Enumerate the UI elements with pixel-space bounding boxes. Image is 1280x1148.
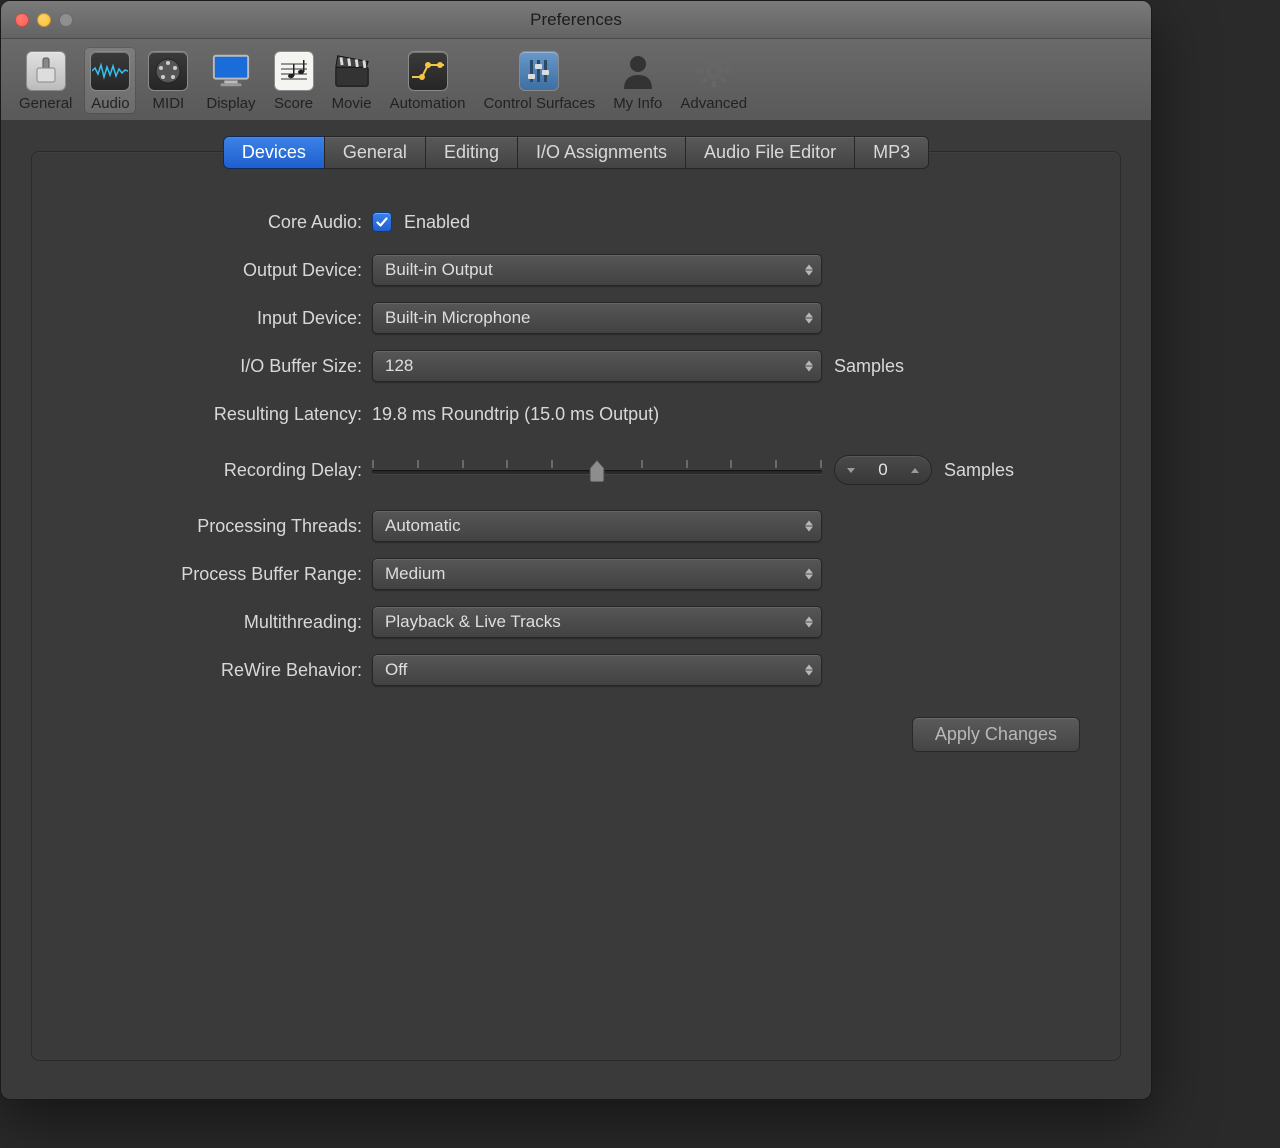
select-value: Automatic: [385, 516, 461, 536]
toolbar-item-movie[interactable]: Movie: [326, 47, 378, 114]
select-arrows-icon: [805, 313, 813, 324]
stepper-increment[interactable]: [903, 458, 927, 482]
apply-row: Apply Changes: [62, 717, 1090, 752]
subtab-mp3[interactable]: MP3: [854, 136, 929, 169]
toolbar-label: Control Surfaces: [483, 95, 595, 112]
toolbar-item-automation[interactable]: Automation: [384, 47, 472, 114]
titlebar: Preferences: [1, 1, 1151, 39]
subtabs: Devices General Editing I/O Assignments …: [62, 136, 1090, 169]
io-buffer-select[interactable]: 128: [372, 350, 822, 382]
toolbar-label: Automation: [390, 95, 466, 112]
select-arrows-icon: [805, 569, 813, 580]
select-value: 128: [385, 356, 413, 376]
subtab-general[interactable]: General: [324, 136, 425, 169]
select-value: Medium: [385, 564, 445, 584]
label-multithreading: Multithreading:: [62, 612, 372, 633]
toolbar-label: Score: [274, 95, 313, 112]
window-title: Preferences: [1, 10, 1151, 30]
row-latency: Resulting Latency: 19.8 ms Roundtrip (15…: [62, 397, 1090, 431]
recording-delay-suffix: Samples: [944, 460, 1014, 481]
stepper-value: 0: [863, 460, 903, 480]
my-info-icon: [618, 51, 658, 91]
stepper-decrement[interactable]: [839, 458, 863, 482]
toolbar-item-audio[interactable]: Audio: [84, 47, 136, 114]
subtab-devices[interactable]: Devices: [223, 136, 324, 169]
toolbar-item-display[interactable]: Display: [200, 47, 261, 114]
row-rewire: ReWire Behavior: Off: [62, 653, 1090, 687]
toolbar-item-my-info[interactable]: My Info: [607, 47, 668, 114]
apply-changes-button[interactable]: Apply Changes: [912, 717, 1080, 752]
select-arrows-icon: [805, 265, 813, 276]
row-processing-threads: Processing Threads: Automatic: [62, 509, 1090, 543]
label-core-audio: Core Audio:: [62, 212, 372, 233]
toolbar-label: General: [19, 95, 72, 112]
label-process-buffer-range: Process Buffer Range:: [62, 564, 372, 585]
select-arrows-icon: [805, 617, 813, 628]
select-value: Built-in Output: [385, 260, 493, 280]
row-multithreading: Multithreading: Playback & Live Tracks: [62, 605, 1090, 639]
toolbar-label: Display: [206, 95, 255, 112]
toolbar-label: MIDI: [153, 95, 185, 112]
subtab-io-assignments[interactable]: I/O Assignments: [517, 136, 685, 169]
core-audio-checkbox[interactable]: [372, 212, 392, 232]
midi-icon: [148, 51, 188, 91]
score-icon: [274, 51, 314, 91]
toolbar-label: My Info: [613, 95, 662, 112]
subtab-editing[interactable]: Editing: [425, 136, 517, 169]
row-recording-delay: Recording Delay:: [62, 453, 1090, 487]
row-process-buffer-range: Process Buffer Range: Medium: [62, 557, 1090, 591]
io-buffer-suffix: Samples: [834, 356, 904, 377]
row-input-device: Input Device: Built-in Microphone: [62, 301, 1090, 335]
process-buffer-range-select[interactable]: Medium: [372, 558, 822, 590]
slider-thumb-icon[interactable]: [588, 460, 606, 487]
select-value: Built-in Microphone: [385, 308, 531, 328]
input-device-select[interactable]: Built-in Microphone: [372, 302, 822, 334]
recording-delay-stepper[interactable]: 0: [834, 455, 932, 485]
general-icon: [26, 51, 66, 91]
content-area: Devices General Editing I/O Assignments …: [1, 121, 1151, 1091]
label-input-device: Input Device:: [62, 308, 372, 329]
core-audio-checkbox-label: Enabled: [404, 212, 470, 233]
control-surfaces-icon: [519, 51, 559, 91]
toolbar-label: Audio: [91, 95, 129, 112]
latency-value: 19.8 ms Roundtrip (15.0 ms Output): [372, 404, 659, 425]
row-output-device: Output Device: Built-in Output: [62, 253, 1090, 287]
label-io-buffer: I/O Buffer Size:: [62, 356, 372, 377]
toolbar-item-general[interactable]: General: [13, 47, 78, 114]
toolbar-label: Movie: [332, 95, 372, 112]
select-arrows-icon: [805, 361, 813, 372]
label-latency: Resulting Latency:: [62, 404, 372, 425]
checkmark-icon: [375, 215, 389, 229]
output-device-select[interactable]: Built-in Output: [372, 254, 822, 286]
settings-group: Devices General Editing I/O Assignments …: [31, 151, 1121, 1061]
toolbar-item-midi[interactable]: MIDI: [142, 47, 194, 114]
toolbar-item-advanced[interactable]: Advanced: [674, 47, 753, 114]
settings-form: Core Audio: Enabled Output Device: Built…: [62, 205, 1090, 752]
label-output-device: Output Device:: [62, 260, 372, 281]
multithreading-select[interactable]: Playback & Live Tracks: [372, 606, 822, 638]
label-rewire: ReWire Behavior:: [62, 660, 372, 681]
select-arrows-icon: [805, 521, 813, 532]
label-processing-threads: Processing Threads:: [62, 516, 372, 537]
select-value: Off: [385, 660, 407, 680]
automation-icon: [408, 51, 448, 91]
select-arrows-icon: [805, 665, 813, 676]
display-icon: [211, 51, 251, 91]
toolbar-label: Advanced: [680, 95, 747, 112]
advanced-icon: [694, 51, 734, 91]
toolbar-item-control-surfaces[interactable]: Control Surfaces: [477, 47, 601, 114]
toolbar-item-score[interactable]: Score: [268, 47, 320, 114]
row-core-audio: Core Audio: Enabled: [62, 205, 1090, 239]
audio-icon: [90, 51, 130, 91]
select-value: Playback & Live Tracks: [385, 612, 561, 632]
processing-threads-select[interactable]: Automatic: [372, 510, 822, 542]
row-io-buffer: I/O Buffer Size: 128 Samples: [62, 349, 1090, 383]
label-recording-delay: Recording Delay:: [62, 460, 372, 481]
movie-icon: [332, 51, 372, 91]
toolbar: General Audio MIDI Display Score: [1, 39, 1151, 121]
recording-delay-slider[interactable]: [372, 454, 822, 486]
preferences-window: Preferences General Audio MIDI Disp: [0, 0, 1152, 1100]
subtab-audio-file-editor[interactable]: Audio File Editor: [685, 136, 854, 169]
rewire-select[interactable]: Off: [372, 654, 822, 686]
